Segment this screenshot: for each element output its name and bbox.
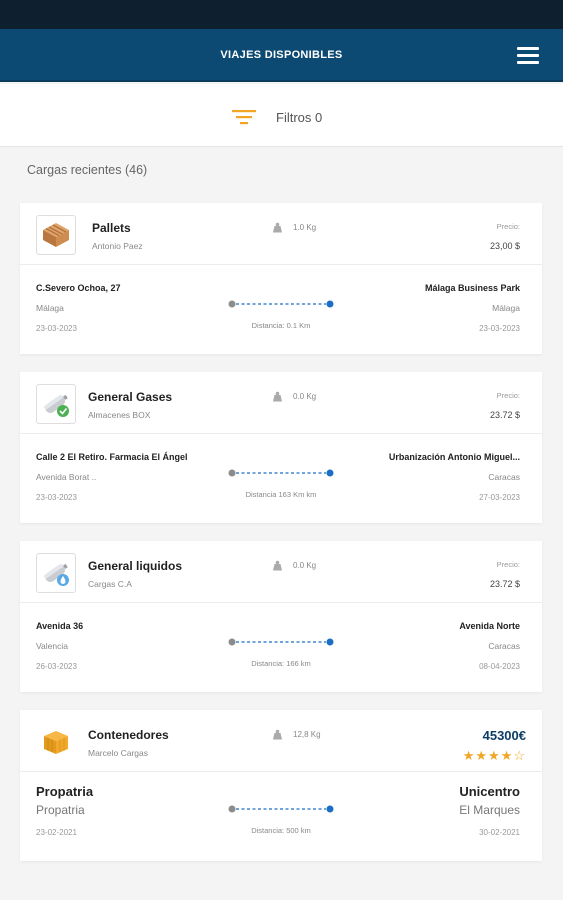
weight-info: 0.0 Kg: [272, 391, 316, 402]
destination-city: Caracas: [488, 472, 520, 482]
weight-info: 0.0 Kg: [272, 560, 316, 571]
destination-city: Caracas: [488, 641, 520, 651]
origin-city: Avenida Borat ..: [36, 472, 97, 482]
price-value: 23.72 $: [489, 579, 520, 589]
origin-date: 23-03-2023: [36, 324, 77, 333]
page-title: VIAJES DISPONIBLES: [220, 49, 343, 61]
pallet-icon: [36, 215, 76, 255]
price-label: Precio:: [496, 391, 520, 400]
destination-address: Málaga Business Park: [424, 283, 520, 293]
load-name: Pallets: [92, 221, 131, 235]
company-name: Marcelo Cargas: [88, 748, 148, 758]
gas-cylinder-icon: [36, 384, 76, 424]
origin-address: C.Severo Ochoa, 27: [36, 283, 121, 293]
weight-value: 0.0 Kg: [293, 392, 317, 401]
container-box-icon: [36, 722, 76, 762]
origin-date: 26-03-2023: [36, 662, 77, 671]
filter-icon: [232, 110, 256, 125]
weight-icon: [273, 391, 282, 402]
price-label: Precio:: [496, 560, 520, 569]
price-value: 23.72 $: [489, 410, 520, 420]
load-card[interactable]: General liquidos Cargas C.A 0.0 Kg Preci…: [20, 541, 542, 692]
weight-value: 12,8 Kg: [293, 730, 321, 739]
weight-icon: [273, 222, 282, 233]
destination-address: Unicentro: [459, 784, 520, 799]
star-icon: ★: [475, 748, 489, 763]
destination-date: 27-03-2023: [479, 493, 520, 502]
distance: Distancia: 166 km: [251, 659, 311, 668]
status-bar: [0, 0, 563, 29]
filter-button[interactable]: Filtros 0: [232, 106, 322, 128]
load-name: General Gases: [88, 390, 173, 404]
weight-icon: [273, 560, 282, 571]
destination-city: El Marques: [459, 803, 520, 817]
star-icon: ★: [488, 748, 501, 763]
distance: Distancia: 0.1 Km: [251, 321, 311, 330]
section-title: Cargas recientes (46): [27, 163, 148, 177]
destination-city: Málaga: [492, 303, 520, 313]
filter-label: Filtros 0: [276, 109, 323, 125]
weight-value: 0.0 Kg: [293, 561, 317, 570]
destination-date: 30-02-2021: [479, 828, 520, 837]
origin-address: Propatria: [36, 784, 94, 799]
weight-value: 1.0 Kg: [293, 223, 317, 232]
load-card[interactable]: Pallets Antonio Paez 1.0 Kg Precio: 23,0…: [20, 203, 542, 354]
weight-info: 12,8 Kg: [272, 729, 321, 740]
origin-date: 23-03-2023: [36, 493, 77, 502]
origin-city: Valencia: [36, 641, 68, 651]
route-line: [228, 805, 334, 813]
origin-date: 23-02-2021: [36, 828, 77, 837]
origin-city: Propatria: [36, 803, 85, 817]
route-line: [228, 469, 334, 477]
destination-address: Avenida Norte: [459, 621, 520, 631]
origin-address: Calle 2 El Retiro. Farmacia El Ángel: [36, 452, 188, 462]
load-name: General liquidos: [88, 559, 183, 573]
filter-bar: Filtros 0: [0, 84, 563, 147]
hamburger-menu-icon[interactable]: [517, 47, 539, 65]
rating-stars: ★★★★☆: [463, 748, 526, 764]
load-card[interactable]: General Gases Almacenes BOX 0.0 Kg Preci…: [20, 372, 542, 523]
origin-city: Málaga: [36, 303, 64, 313]
price-value: 45300€: [482, 728, 526, 743]
company-name: Almacenes BOX: [88, 410, 151, 420]
destination-date: 23-03-2023: [479, 324, 520, 333]
destination-address: Urbanización Antonio Miguel...: [388, 452, 520, 462]
company-name: Antonio Paez: [92, 241, 143, 251]
distance: Distancia: 500 km: [251, 826, 311, 835]
weight-icon: [273, 729, 282, 740]
star-icon: ★: [462, 748, 476, 763]
load-name: Contenedores: [88, 728, 169, 742]
route-line: [228, 638, 334, 646]
price-value: 23,00 $: [489, 241, 520, 251]
destination-date: 08-04-2023: [479, 662, 520, 671]
weight-info: 1.0 Kg: [272, 222, 316, 233]
origin-address: Avenida 36: [36, 621, 84, 631]
star-icon: ★: [500, 748, 514, 763]
app-bar: VIAJES DISPONIBLES: [0, 29, 563, 82]
route-line: [228, 300, 334, 308]
liquid-cylinder-icon: [36, 553, 76, 593]
load-card[interactable]: Contenedores Marcelo Cargas 12,8 Kg 4530…: [20, 710, 542, 861]
company-name: Cargas C.A: [88, 579, 132, 589]
star-outline-icon: ☆: [513, 748, 526, 763]
price-label: Precio:: [496, 222, 520, 231]
distance: Distancia 163 Km km: [245, 490, 317, 499]
